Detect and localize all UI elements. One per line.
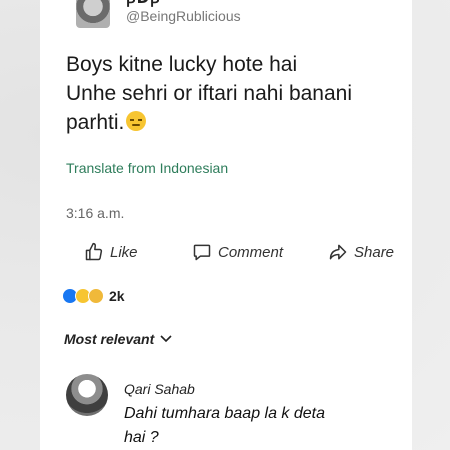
author-avatar[interactable] (76, 0, 110, 28)
post-actions-bar: Like Comment Share (84, 242, 414, 266)
post-text-line: Boys kitne lucky hote hai (66, 53, 298, 76)
comment-text-line: hai ? (124, 429, 159, 446)
reaction-count: 2k (109, 288, 125, 304)
post-text: Boys kitne lucky hote hai Unhe sehri or … (66, 50, 396, 137)
comment-bubble-icon (193, 244, 211, 261)
comment-sort-dropdown[interactable]: Most relevant (64, 331, 172, 347)
reactions-summary[interactable]: 2k (62, 288, 125, 304)
comment-button[interactable]: Comment (192, 242, 283, 262)
comment-text: Dahi tumhara baap la k deta hai ? (124, 402, 384, 450)
commenter-name[interactable]: Qari Sahab (124, 381, 195, 397)
like-label: Like (110, 243, 138, 261)
share-label: Share (354, 243, 395, 261)
author-name-cropped[interactable]: ꞴDꞴ (126, 0, 161, 8)
sort-label: Most relevant (64, 331, 155, 347)
post-card: ꞴDꞴ @BeingRublicious Boys kitne lucky ho… (40, 0, 412, 450)
share-button[interactable]: Share (328, 242, 394, 262)
translate-link[interactable]: Translate from Indonesian (66, 160, 228, 176)
post-text-line: Unhe sehri or iftari nahi banani (66, 82, 353, 105)
like-button[interactable]: Like (84, 242, 138, 262)
sad-reaction-icon (88, 288, 104, 304)
author-handle[interactable]: @BeingRublicious (126, 8, 241, 24)
comment-text-line: Dahi tumhara baap la k deta (124, 405, 326, 422)
post-text-line: parhti. (66, 108, 396, 137)
commenter-avatar[interactable] (66, 374, 108, 416)
post-timestamp: 3:16 a.m. (66, 205, 125, 221)
share-arrow-icon (329, 244, 347, 260)
comment-label: Comment (218, 243, 284, 261)
pensive-emoji-icon (126, 111, 147, 131)
thumbs-up-icon (85, 242, 103, 261)
chevron-down-icon (160, 335, 172, 343)
